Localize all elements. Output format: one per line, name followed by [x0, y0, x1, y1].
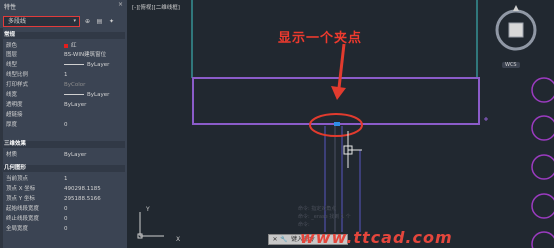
- prop-row-end-width[interactable]: 终止线段宽度 0: [0, 215, 127, 223]
- prop-key: 打印样式: [6, 82, 29, 88]
- section-general[interactable]: 常规: [2, 32, 125, 39]
- annotation-arrow-shaft: [337, 43, 346, 89]
- prop-value: 0: [64, 216, 68, 222]
- prop-key: 颜色: [6, 43, 18, 49]
- prop-key: 线型: [6, 62, 18, 68]
- prop-value: 0: [64, 226, 68, 232]
- ucs-x-label: X: [176, 236, 181, 243]
- prop-value: BS-WIN建筑窗位: [64, 52, 107, 58]
- linetype-sample: [64, 64, 84, 65]
- lineweight-sample: [64, 94, 84, 95]
- chevron-down-icon: ▾: [73, 18, 76, 24]
- prop-value: 红: [64, 42, 77, 50]
- prop-key: 终止线段宽度: [6, 216, 40, 222]
- object-type-select[interactable]: 多段线 ▾: [3, 16, 80, 27]
- color-swatch: [64, 43, 68, 48]
- annotation-text: 显示一个夹点: [278, 31, 363, 46]
- prop-value: 490298.1185: [64, 186, 101, 192]
- prop-value: 0: [64, 206, 68, 212]
- prop-key: 超链接: [6, 112, 23, 118]
- prop-value: 295188.5166: [64, 196, 101, 202]
- toggle-pickadd-icon[interactable]: ⊕: [83, 17, 92, 26]
- command-history-line: 命令: _erase 找到 1 个: [298, 214, 351, 220]
- prop-key: 顶点 X 坐标: [6, 186, 36, 192]
- grip-point: [334, 122, 340, 126]
- compass-north-icon: [513, 5, 519, 11]
- prop-row-thickness[interactable]: 厚度 0: [0, 121, 127, 129]
- prop-key: 起始线段宽度: [6, 206, 40, 212]
- prop-key: 厚度: [6, 122, 18, 128]
- command-history-line: 命令:: [298, 222, 310, 228]
- prop-row-plotstyle[interactable]: 打印样式 ByColor: [0, 81, 127, 89]
- command-history-line: 命令: 指定对角点: [298, 206, 337, 212]
- prop-row-lineweight[interactable]: 线宽 ByLayer: [0, 91, 127, 99]
- circle-shape: [531, 77, 554, 103]
- quick-select-icon[interactable]: ✦: [107, 17, 116, 26]
- prop-key: 线型比例: [6, 72, 29, 78]
- prop-value: ByLayer: [64, 152, 87, 158]
- prop-value: ByLayer: [64, 102, 87, 108]
- selected-polyline: [192, 77, 480, 125]
- prop-key: 线宽: [6, 92, 18, 98]
- panel-title: 特性: [4, 4, 17, 11]
- prop-value: ByColor: [64, 82, 86, 88]
- prop-row-transparency[interactable]: 透明度 ByLayer: [0, 101, 127, 109]
- prop-row-layer[interactable]: 图层 BS-WIN建筑窗位: [0, 51, 127, 59]
- prop-key: 全局宽度: [6, 226, 29, 232]
- prop-row-color[interactable]: 颜色 红: [0, 42, 127, 50]
- circle-shape: [531, 231, 554, 248]
- prop-row-material[interactable]: 材质 ByLayer: [0, 151, 127, 159]
- prop-value: 1: [64, 176, 68, 182]
- close-icon[interactable]: ×: [118, 1, 123, 8]
- prop-row-start-width[interactable]: 起始线段宽度 0: [0, 205, 127, 213]
- prop-value: ByLayer: [64, 61, 109, 69]
- prop-row-vertex-x[interactable]: 顶点 X 坐标 490298.1185: [0, 185, 127, 193]
- circle-shape: [531, 193, 554, 219]
- annotation-arrow-head: [331, 86, 346, 100]
- prop-row-hyperlink[interactable]: 超链接: [0, 111, 127, 119]
- prop-key: 材质: [6, 152, 18, 158]
- properties-panel: 特性 × 多段线 ▾ ⊕ ▤ ✦ 常规 颜色 红 图层 BS-WIN建筑窗位 线…: [0, 0, 127, 248]
- wrench-icon[interactable]: 🔧: [280, 236, 288, 244]
- prop-key: 顶点 Y 坐标: [6, 196, 35, 202]
- prop-row-vertex-y[interactable]: 顶点 Y 坐标 295188.5166: [0, 195, 127, 203]
- prop-key: 图层: [6, 52, 18, 58]
- prop-row-current-vertex[interactable]: 当前顶点 1: [0, 175, 127, 183]
- prop-key: 当前顶点: [6, 176, 29, 182]
- prop-key: 透明度: [6, 102, 23, 108]
- prop-row-linetype-scale[interactable]: 线型比例 1: [0, 71, 127, 79]
- object-type-value: 多段线: [8, 18, 27, 25]
- circle-shape: [531, 115, 554, 141]
- close-icon[interactable]: ✕: [271, 236, 279, 244]
- circle-shape: [531, 154, 554, 180]
- prop-value: ByLayer: [64, 91, 109, 99]
- prop-value: 1: [64, 72, 68, 78]
- select-objects-icon[interactable]: ▤: [95, 17, 104, 26]
- prop-value: 0: [64, 122, 68, 128]
- prop-row-global-width[interactable]: 全局宽度 0: [0, 225, 127, 233]
- prop-row-linetype[interactable]: 线型 ByLayer: [0, 61, 127, 69]
- viewcube-face: [508, 22, 524, 38]
- wcs-label[interactable]: WCS: [502, 62, 520, 68]
- section-3d-effects[interactable]: 三维效果: [2, 141, 125, 148]
- section-geometry[interactable]: 几何图形: [2, 165, 125, 172]
- ucs-y-label: Y: [146, 206, 150, 213]
- watermark: www.ttcad.com: [300, 228, 453, 247]
- drawing-viewport[interactable]: [-][俯视][二维线框] 显示一个夹点 WCS Y X 命令: 指定对角点 命…: [128, 0, 554, 248]
